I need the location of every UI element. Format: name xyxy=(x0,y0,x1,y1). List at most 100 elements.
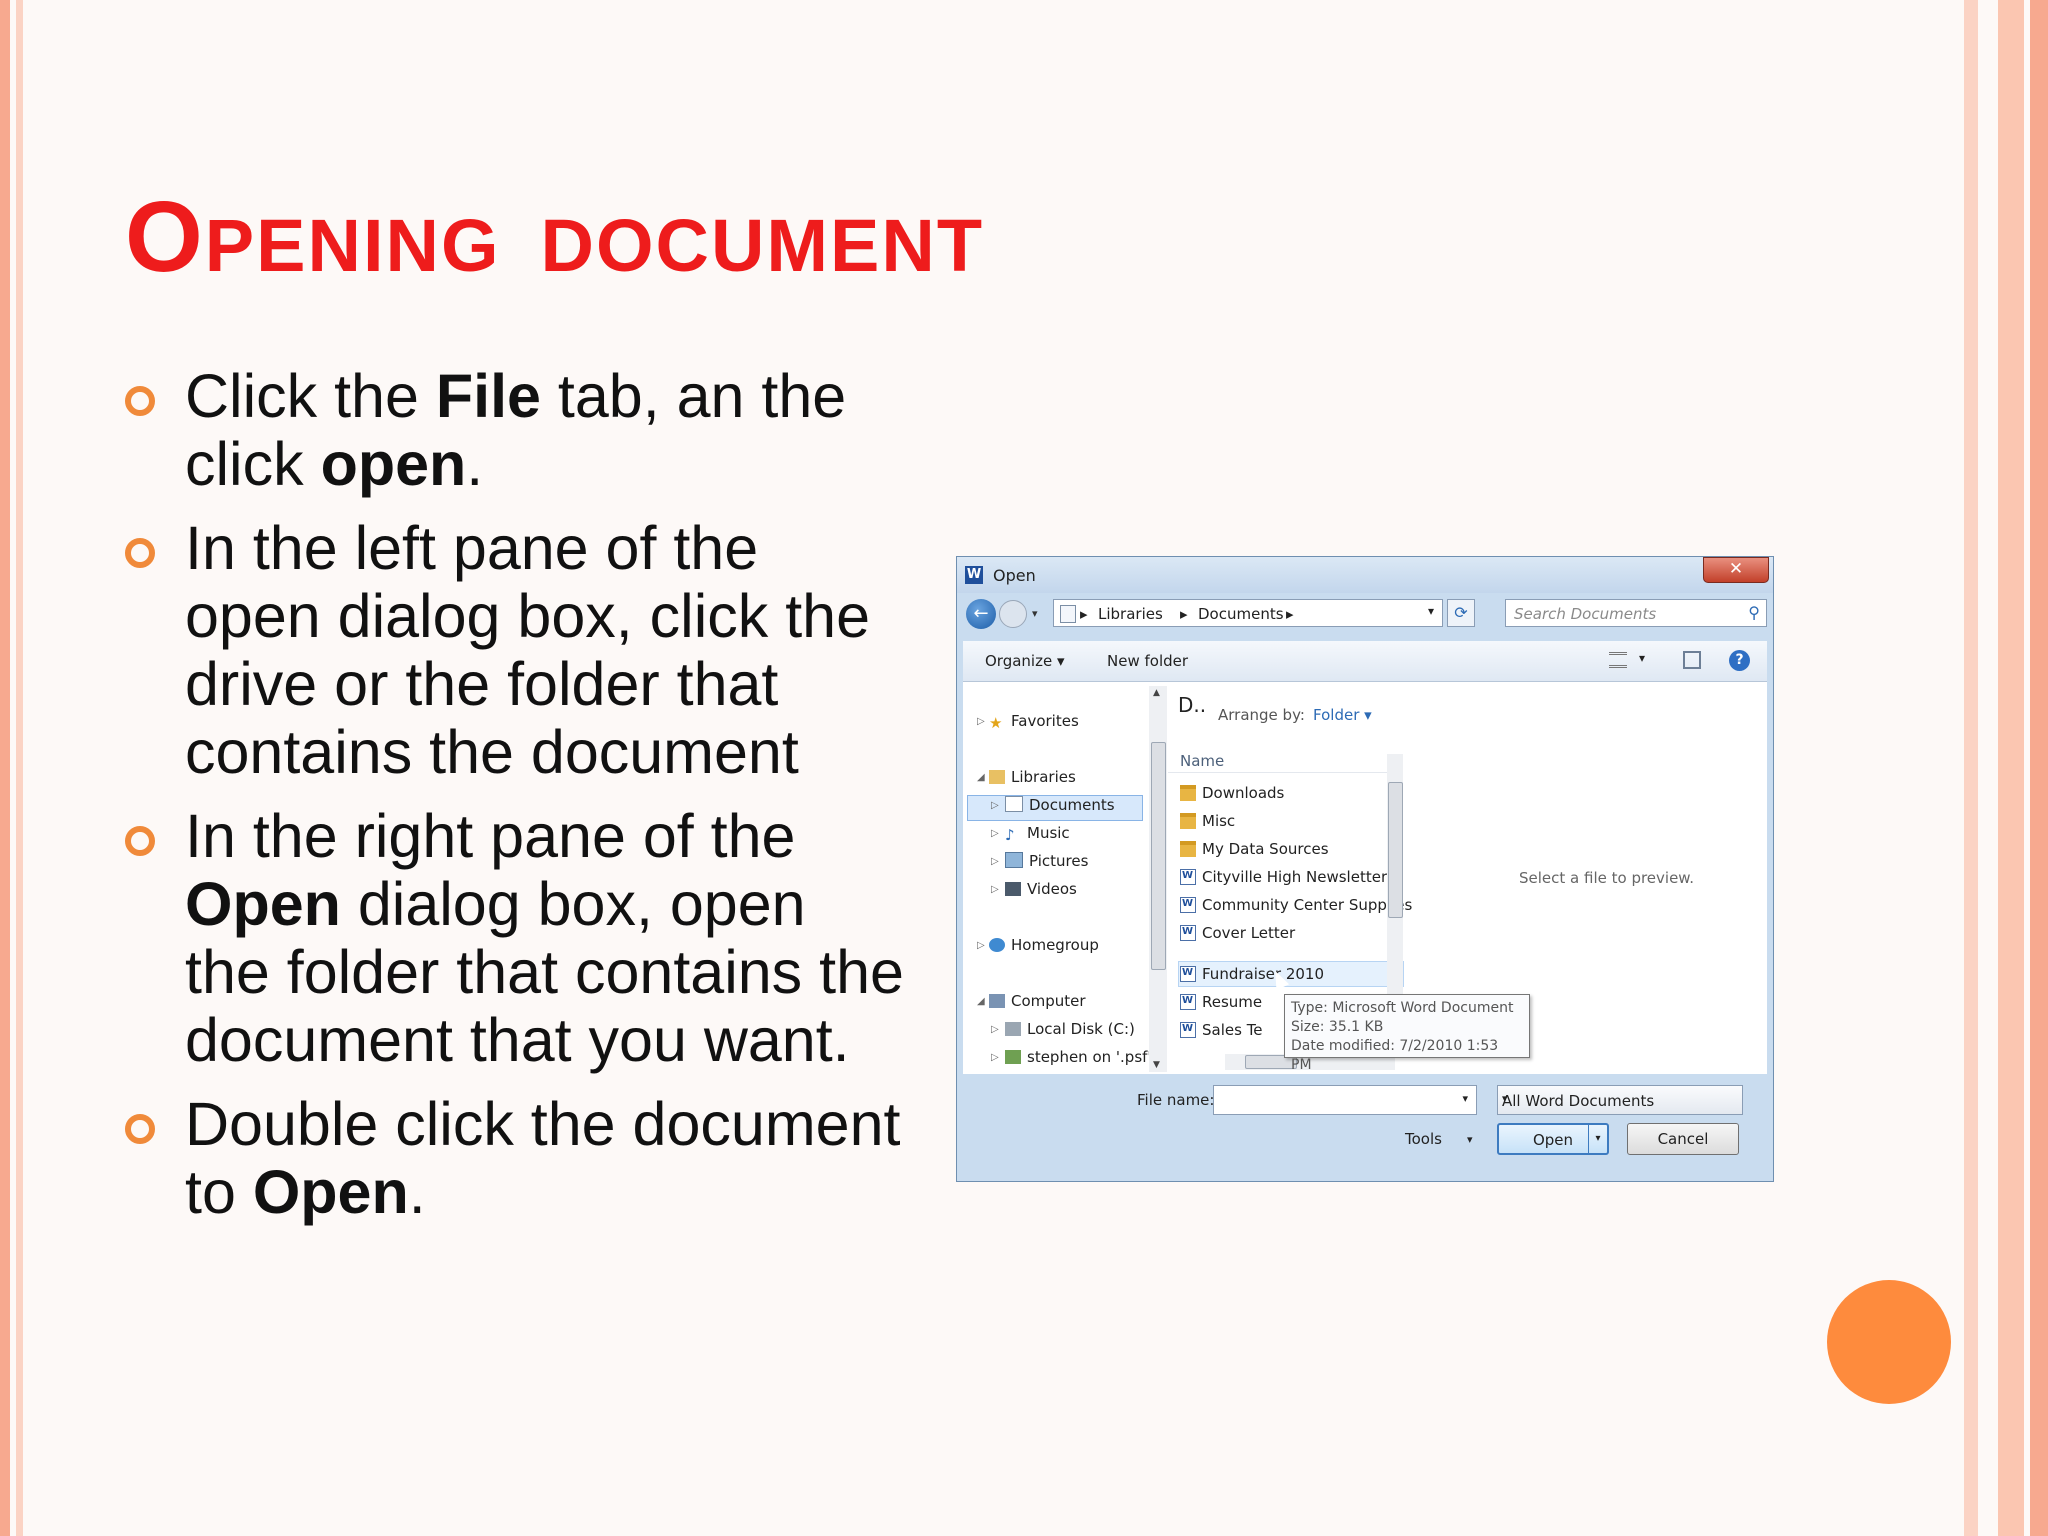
nav-pictures[interactable]: Pictures xyxy=(1005,852,1088,870)
nav-scrollbar[interactable]: ▲ ▼ xyxy=(1149,686,1167,1072)
file-name: Cityville High Newsletter xyxy=(1202,868,1388,886)
nav-computer[interactable]: Computer xyxy=(989,992,1086,1010)
nav-local-disk[interactable]: Local Disk (C:) xyxy=(1005,1020,1135,1038)
file-name: Fundraiser 2010 xyxy=(1202,965,1325,983)
address-bar[interactable]: ▸ Libraries ▸ Documents ▸ ▾ xyxy=(1053,599,1443,627)
expand-icon[interactable]: ▷ xyxy=(991,856,999,867)
file-row[interactable]: My Data Sources xyxy=(1180,840,1329,858)
title-initial: O xyxy=(125,181,205,293)
view-dropdown-icon[interactable]: ▾ xyxy=(1639,651,1645,665)
change-view-icon[interactable] xyxy=(1609,652,1627,668)
file-row[interactable]: Community Center Supplies xyxy=(1180,896,1412,914)
breadcrumb-libraries[interactable]: Libraries xyxy=(1098,605,1163,623)
network-drive-icon xyxy=(1005,1050,1021,1064)
arrange-by-dropdown[interactable]: Folder ▾ xyxy=(1313,706,1372,724)
nav-favorites[interactable]: ★ Favorites xyxy=(989,712,1079,732)
word-doc-icon xyxy=(1180,897,1196,913)
nav-videos[interactable]: Videos xyxy=(1005,880,1077,898)
library-header: D.. xyxy=(1178,693,1207,717)
expand-icon[interactable]: ▷ xyxy=(991,828,999,839)
new-folder-button[interactable]: New folder xyxy=(1107,652,1188,670)
forward-button[interactable] xyxy=(999,600,1027,628)
help-icon[interactable]: ? xyxy=(1729,650,1750,671)
file-name: My Data Sources xyxy=(1202,840,1329,858)
nav-network-drive[interactable]: stephen on '.psf' xyxy=(1005,1048,1152,1066)
search-input[interactable]: Search Documents ⚲ xyxy=(1505,599,1767,627)
chevron-down-icon: ▾ xyxy=(1502,1092,1508,1105)
file-row[interactable]: Downloads xyxy=(1180,784,1284,802)
tools-dropdown-icon[interactable]: ▾ xyxy=(1467,1133,1473,1146)
nav-homegroup[interactable]: Homegroup xyxy=(989,936,1099,954)
column-label: Name xyxy=(1180,752,1225,770)
search-placeholder: Search Documents xyxy=(1514,605,1657,623)
nav-music[interactable]: ♪ Music xyxy=(1005,824,1070,844)
back-button[interactable]: ← xyxy=(966,599,996,629)
breadcrumb-separator-icon: ▸ xyxy=(1286,605,1294,623)
tools-button[interactable]: Tools xyxy=(1405,1130,1442,1148)
scroll-down-icon[interactable]: ▼ xyxy=(1153,1060,1160,1070)
file-name: Resume xyxy=(1202,993,1263,1011)
address-dropdown-icon[interactable]: ▾ xyxy=(1428,604,1434,618)
library-icon xyxy=(989,770,1005,784)
word-app-icon: W xyxy=(965,566,983,584)
file-row[interactable]: Misc xyxy=(1180,812,1235,830)
nav-libraries[interactable]: Libraries xyxy=(989,768,1076,786)
left-border-stripe-light xyxy=(16,0,23,1536)
recent-locations-dropdown-icon[interactable]: ▾ xyxy=(1032,607,1038,620)
file-name: Sales Te xyxy=(1202,1021,1263,1039)
cancel-button[interactable]: Cancel xyxy=(1627,1123,1739,1155)
scroll-up-icon[interactable]: ▲ xyxy=(1153,688,1160,698)
nav-label: Libraries xyxy=(1011,768,1076,786)
collapse-icon[interactable]: ◢ xyxy=(977,772,985,783)
breadcrumb-separator-icon: ▸ xyxy=(1080,605,1088,623)
nav-label: stephen on '.psf' xyxy=(1027,1048,1152,1066)
dialog-title: Open xyxy=(993,566,1036,585)
expand-icon[interactable]: ▷ xyxy=(977,940,985,951)
file-row[interactable]: Cover Letter xyxy=(1180,924,1295,942)
open-button[interactable]: Open ▾ xyxy=(1497,1123,1609,1155)
file-name-field[interactable]: ▾ xyxy=(1213,1085,1477,1115)
file-row[interactable]: Cityville High Newsletter xyxy=(1180,868,1387,886)
bullet-icon xyxy=(125,1114,155,1144)
right-border-stripe-dark xyxy=(2030,0,2048,1536)
breadcrumb-documents[interactable]: Documents xyxy=(1198,605,1284,623)
refresh-button[interactable]: ⟳ xyxy=(1447,599,1475,627)
file-row[interactable]: Sales Te xyxy=(1180,1021,1263,1039)
scrollbar-thumb[interactable] xyxy=(1151,742,1166,970)
name-column-header[interactable]: Name xyxy=(1168,746,1388,773)
bullet-item: Double click the document to Open. xyxy=(125,1090,905,1226)
file-type-select[interactable]: All Word Documents ▾ xyxy=(1497,1085,1743,1115)
open-dialog: W Open ✕ ← ▾ ▸ Libraries ▸ Documents ▸ ▾… xyxy=(956,556,1774,1182)
scrollbar-thumb[interactable] xyxy=(1388,782,1403,918)
open-split-arrow-icon[interactable]: ▾ xyxy=(1588,1125,1607,1153)
preview-pane-icon[interactable] xyxy=(1683,651,1701,669)
tooltip-type: Type: Microsoft Word Document xyxy=(1291,1000,1514,1016)
file-row-hovered[interactable]: Fundraiser 2010 xyxy=(1180,965,1324,983)
expand-icon[interactable]: ▷ xyxy=(991,1024,999,1035)
bullet-bold: Open xyxy=(185,870,341,938)
expand-icon[interactable]: ▷ xyxy=(991,800,999,811)
videos-icon xyxy=(1005,882,1021,896)
file-row[interactable]: Resume xyxy=(1180,993,1262,1011)
chevron-down-icon[interactable]: ▾ xyxy=(1462,1092,1468,1105)
nav-label: Music xyxy=(1027,824,1070,842)
nav-documents[interactable]: Documents xyxy=(1005,796,1115,814)
open-button-label: Open xyxy=(1532,1131,1574,1149)
navigation-pane: ▷ ★ Favorites ◢ Libraries ▷ Documents ▷ ♪… xyxy=(963,682,1152,1074)
bullet-icon xyxy=(125,826,155,856)
data-source-icon xyxy=(1180,841,1196,857)
decorative-circle xyxy=(1827,1280,1951,1404)
expand-icon[interactable]: ▷ xyxy=(991,884,999,895)
collapse-icon[interactable]: ◢ xyxy=(977,996,985,1007)
word-doc-icon xyxy=(1180,994,1196,1010)
title-rest: PENING xyxy=(204,204,501,287)
left-border-stripe xyxy=(0,0,10,1536)
location-icon xyxy=(1060,605,1076,623)
close-button[interactable]: ✕ xyxy=(1703,557,1769,583)
word-doc-icon xyxy=(1180,925,1196,941)
expand-icon[interactable]: ▷ xyxy=(977,716,985,727)
organize-button[interactable]: Organize ▾ xyxy=(985,652,1065,670)
arrange-by-label: Arrange by: xyxy=(1218,706,1305,724)
star-icon: ★ xyxy=(989,714,1003,732)
expand-icon[interactable]: ▷ xyxy=(991,1052,999,1063)
